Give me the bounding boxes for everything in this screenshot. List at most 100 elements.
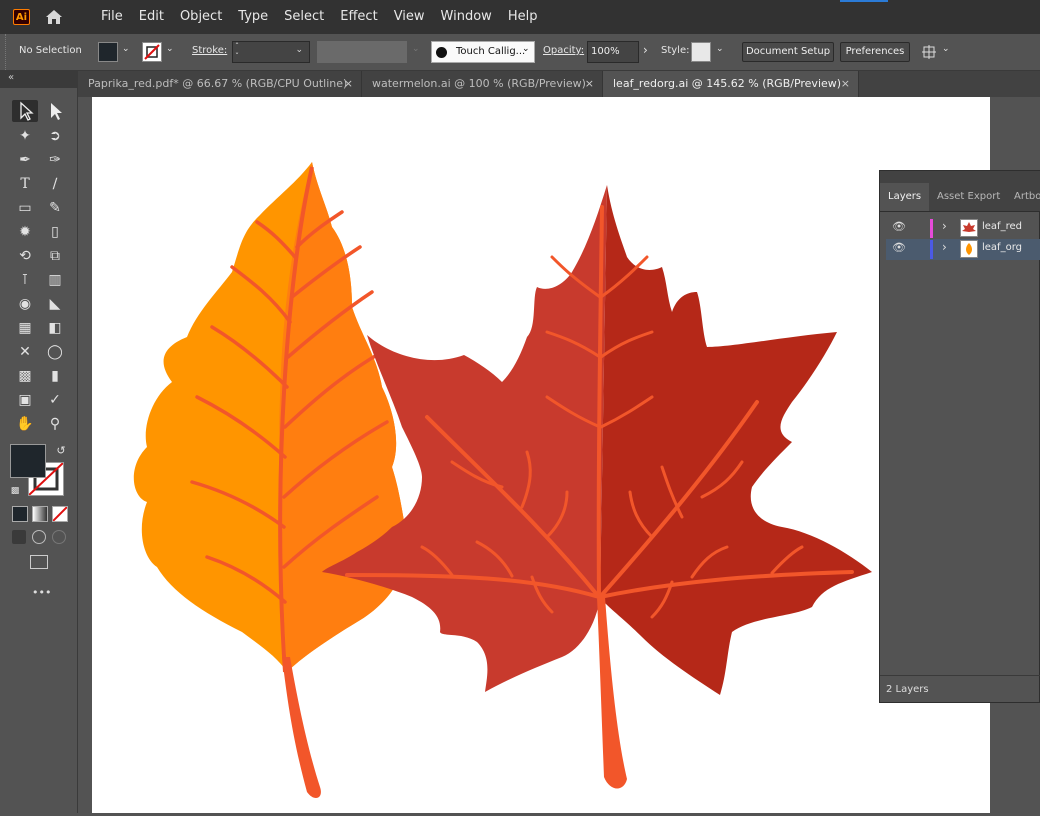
toolbar-header: « [0,70,78,88]
stroke-color-swatch[interactable] [142,42,162,62]
stroke-weight-field[interactable]: ˆˇ ⌄ [232,41,310,63]
eraser-tool-icon[interactable]: ▯ [44,221,66,243]
artwork [133,162,872,799]
draw-behind-icon[interactable] [32,530,46,544]
orange-leaf-thumbnail-icon [966,243,972,255]
document-tabs: Paprika_red.pdf* @ 66.67 % (RGB/CPU Outl… [78,71,1040,97]
none-mode-icon[interactable] [52,506,68,522]
opacity-label: Opacity: [543,45,585,56]
expand-chevron-icon[interactable]: › [942,240,947,254]
gradient-tool-icon[interactable]: ◧ [44,317,66,339]
opacity-field[interactable]: 100% [587,41,639,63]
arrange-chevron-icon[interactable]: ⌄ [942,44,950,54]
stroke-dropdown-chevron-icon[interactable]: ⌄ [166,44,174,54]
fill-swatch-front[interactable] [10,444,46,478]
scale-tool-icon[interactable]: ⧉ [44,245,66,267]
eye-icon[interactable]: 👁 [892,220,906,233]
close-icon[interactable]: × [344,71,353,97]
rotate-tool-icon[interactable]: ⟲ [14,245,36,267]
menu-object[interactable]: Object [172,0,230,34]
arrange-documents-icon[interactable] [920,43,938,61]
width-tool-icon[interactable]: ⊺ [14,269,36,291]
layer-row-leaf-red[interactable]: 👁 › leaf_red [886,218,1040,239]
layer-thumbnail [960,240,978,258]
blend-tool-icon[interactable]: ◯ [44,341,66,363]
layer-row-leaf-org[interactable]: 👁 › leaf_org [886,239,1040,260]
close-icon[interactable]: × [841,71,850,97]
zoom-tool-icon[interactable]: ⚲ [44,413,66,435]
brush-definition[interactable]: Touch Callig... [431,41,535,63]
pen-tool-icon[interactable]: ✒ [14,149,36,171]
menu-select[interactable]: Select [276,0,332,34]
hand-tool-icon[interactable]: ✋ [14,413,36,435]
artboard[interactable] [92,97,990,813]
draw-inside-icon[interactable] [52,530,66,544]
home-icon[interactable] [44,8,64,26]
free-transform-tool-icon[interactable]: ▥ [44,269,66,291]
artboard-tool-icon[interactable]: ▣ [14,389,36,411]
menu-type[interactable]: Type [230,0,276,34]
line-tool-icon[interactable]: ∕ [44,173,66,195]
tab-layers[interactable]: Layers [880,183,930,211]
layer-thumbnail [960,219,978,237]
swap-fill-stroke-icon[interactable]: ↺ [50,440,72,462]
curvature-tool-icon[interactable]: ✑ [44,149,66,171]
layer-name: leaf_red [982,221,1022,232]
opacity-arrow-icon[interactable]: › [643,43,648,57]
variable-width-profile[interactable] [317,41,407,63]
menu-help[interactable]: Help [500,0,546,34]
menu-window[interactable]: Window [433,0,500,34]
fill-color-swatch[interactable] [98,42,118,62]
change-screen-mode-icon[interactable] [30,555,48,569]
expand-chevron-icon[interactable]: › [942,219,947,233]
rectangle-tool-icon[interactable]: ▭ [14,197,36,219]
stroke-weight-chevron-icon[interactable]: ⌄ [295,45,303,55]
perspective-grid-tool-icon[interactable]: ◣ [44,293,66,315]
tab-artboards[interactable]: Artbo [1006,183,1040,211]
preferences-button[interactable]: Preferences [840,42,910,62]
slice-tool-icon[interactable]: ✓ [44,389,66,411]
collapse-toolbar-icon[interactable]: « [8,72,14,83]
profile-chevron-icon[interactable]: ⌄ [412,44,420,54]
column-graph-tool-icon[interactable]: ▮ [44,365,66,387]
tab-label: watermelon.ai @ 100 % (RGB/Preview) [372,77,586,90]
tab-paprika[interactable]: Paprika_red.pdf* @ 66.67 % (RGB/CPU Outl… [78,71,362,97]
default-fill-stroke-icon[interactable]: ▩ [4,480,26,502]
symbol-sprayer-tool-icon[interactable]: ▩ [14,365,36,387]
tab-leaf-redorg[interactable]: leaf_redorg.ai @ 145.62 % (RGB/Preview) … [603,71,859,97]
color-mode-icon[interactable] [12,506,28,522]
type-tool-icon[interactable]: T [14,173,36,195]
fill-dropdown-chevron-icon[interactable]: ⌄ [122,44,130,54]
selection-tool-icon[interactable] [14,100,36,122]
layers-panel-tabs: Layers Asset Export Artbo [880,171,1040,212]
eyedropper-tool-icon[interactable]: ✕ [14,341,36,363]
red-maple-leaf[interactable] [322,185,872,789]
magic-wand-tool-icon[interactable]: ✦ [14,125,36,147]
menu-view[interactable]: View [386,0,433,34]
menu-edit[interactable]: Edit [131,0,172,34]
draw-normal-icon[interactable] [12,530,26,544]
orange-leaf-stem[interactable] [282,657,321,799]
mesh-tool-icon[interactable]: ▦ [14,317,36,339]
document-setup-button[interactable]: Document Setup [742,42,834,62]
red-leaf-stem[interactable] [597,597,627,789]
graphic-style-swatch[interactable] [691,42,711,62]
lasso-tool-icon[interactable]: ➲ [44,125,66,147]
eye-icon[interactable]: 👁 [892,241,906,254]
orange-leaf[interactable] [133,162,408,799]
menu-effect[interactable]: Effect [332,0,385,34]
style-chevron-icon[interactable]: ⌄ [716,44,724,54]
shape-builder-tool-icon[interactable]: ◉ [14,293,36,315]
close-icon[interactable]: × [585,71,594,97]
menu-file[interactable]: File [93,0,131,34]
tab-watermelon[interactable]: watermelon.ai @ 100 % (RGB/Preview) × [362,71,603,97]
control-bar-grip[interactable] [5,34,10,70]
shaper-tool-icon[interactable]: ✹ [14,221,36,243]
stroke-spinner-icon[interactable]: ˆˇ [235,42,239,62]
paintbrush-tool-icon[interactable]: ✎ [44,197,66,219]
tab-asset-export[interactable]: Asset Export [929,183,1008,211]
brush-chevron-icon[interactable]: ⌄ [522,44,530,54]
direct-selection-tool-icon[interactable] [44,100,66,122]
gradient-mode-icon[interactable] [32,506,48,522]
edit-toolbar-icon[interactable]: ••• [32,586,51,599]
